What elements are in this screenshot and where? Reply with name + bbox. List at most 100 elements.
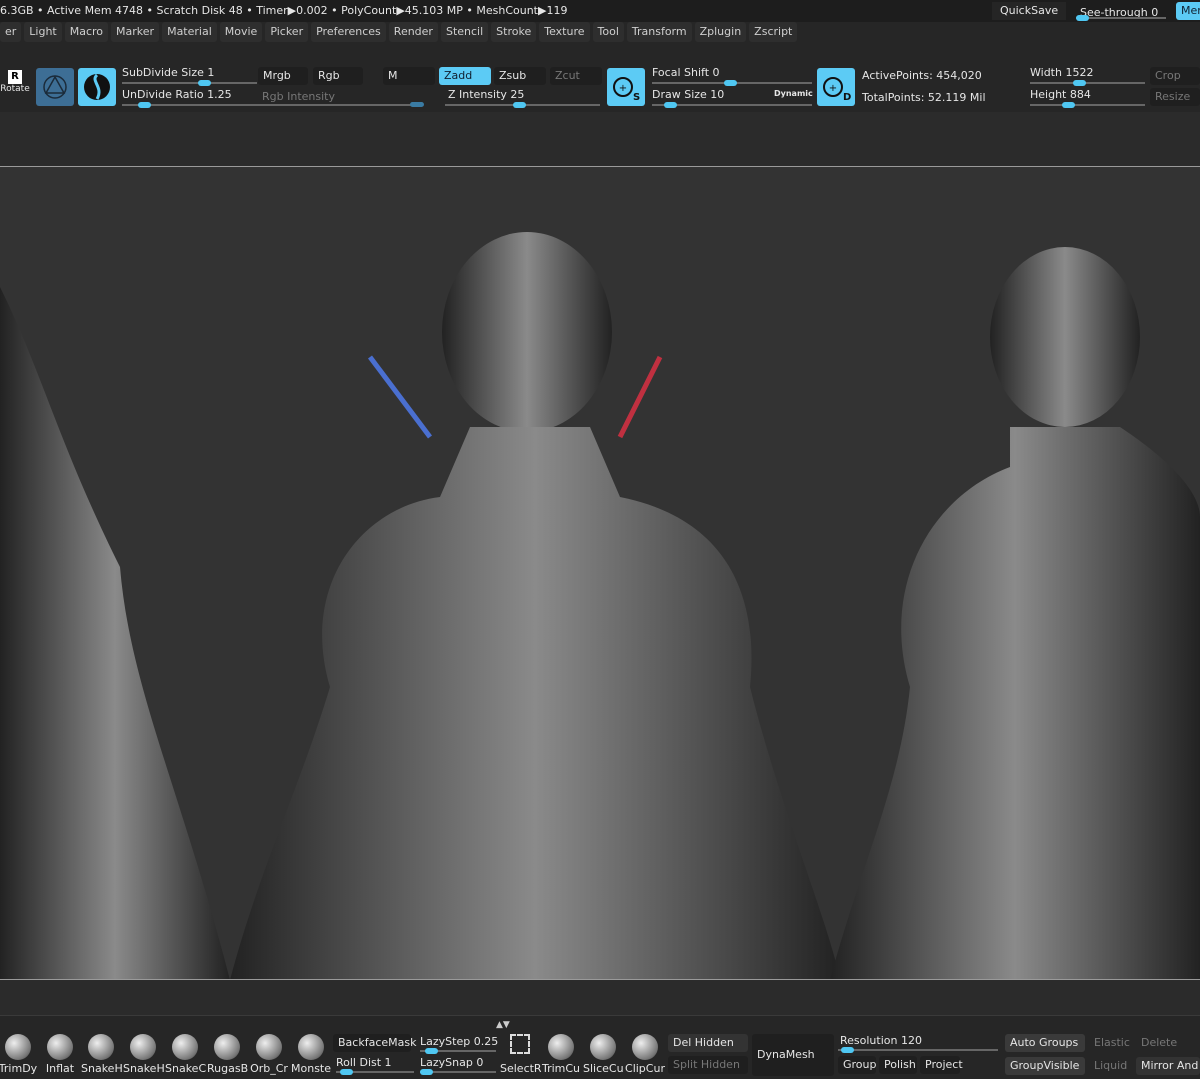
menu-texture[interactable]: Texture xyxy=(539,22,590,42)
menu-stencil[interactable]: Stencil xyxy=(440,22,489,42)
menu-marker[interactable]: Marker xyxy=(111,22,160,42)
tool-trim-curve[interactable]: TrimCu xyxy=(541,1034,581,1075)
menu-transform[interactable]: Transform xyxy=(626,22,692,42)
draw-brush-button[interactable]: + D xyxy=(817,68,855,106)
m-button[interactable]: M xyxy=(383,67,435,85)
dynamic-button[interactable]: Dynamic xyxy=(774,89,813,98)
resolution-slider[interactable]: Resolution 120 xyxy=(838,1034,998,1053)
backface-mask-button[interactable]: BackfaceMask xyxy=(333,1034,416,1052)
svg-text:S: S xyxy=(633,92,640,102)
status-bar: 6.3GB • Active Mem 4748 • Scratch Disk 4… xyxy=(0,0,1200,22)
zsub-button[interactable]: Zsub xyxy=(494,67,546,85)
figure-left xyxy=(0,287,230,979)
mirror-and-weld-button[interactable]: Mirror And xyxy=(1136,1057,1200,1075)
figure-center xyxy=(230,232,840,979)
menu-render[interactable]: Render xyxy=(388,22,438,42)
quicksave-button[interactable]: QuickSave xyxy=(992,2,1067,20)
lazy-snap-slider[interactable]: LazySnap 0 xyxy=(420,1056,496,1075)
menu-tool[interactable]: Tool xyxy=(592,22,624,42)
dynamesh-button[interactable]: DynaMesh xyxy=(752,1034,834,1076)
rotate-button[interactable]: R Rotate xyxy=(0,70,30,94)
brush-monste[interactable]: Monste xyxy=(291,1034,331,1075)
collapse-shelf-arrows-icon[interactable]: ▲▼ xyxy=(496,1020,510,1030)
height-slider[interactable]: Height 884 xyxy=(1030,88,1145,108)
brush-trimdy[interactable]: TrimDy xyxy=(0,1034,38,1075)
menu-item[interactable]: er xyxy=(0,22,22,42)
status-text: 6.3GB • Active Mem 4748 • Scratch Disk 4… xyxy=(0,4,568,17)
canvas-header xyxy=(0,112,1200,167)
roll-dist-label: Roll Dist 1 xyxy=(336,1056,392,1069)
del-hidden-button[interactable]: Del Hidden xyxy=(668,1034,748,1052)
menu-macro[interactable]: Macro xyxy=(64,22,109,42)
liquid-button[interactable]: Liquid xyxy=(1089,1057,1133,1075)
edit-mode-button[interactable] xyxy=(36,68,74,106)
menu-zplugin[interactable]: Zplugin xyxy=(694,22,747,42)
menu-material[interactable]: Material xyxy=(162,22,217,42)
rgb-button[interactable]: Rgb xyxy=(313,67,363,85)
polish-toggle[interactable]: Polish xyxy=(879,1056,917,1074)
crop-button[interactable]: Crop xyxy=(1150,67,1200,85)
tool-slice-curve[interactable]: SliceCu xyxy=(583,1034,624,1075)
canvas-viewport[interactable] xyxy=(0,167,1200,980)
zadd-button[interactable]: Zadd xyxy=(439,67,491,85)
brush-snakeh-1[interactable]: SnakeH xyxy=(81,1034,123,1075)
rotate-icon: R xyxy=(8,70,22,84)
roll-dist-slider[interactable]: Roll Dist 1 xyxy=(336,1056,414,1075)
svg-text:+: + xyxy=(829,83,837,94)
z-intensity-label: Z Intensity 25 xyxy=(448,88,525,101)
menu-light[interactable]: Light xyxy=(24,22,62,42)
svg-text:D: D xyxy=(843,92,851,102)
menu-stroke[interactable]: Stroke xyxy=(491,22,537,42)
resize-button[interactable]: Resize xyxy=(1150,88,1200,106)
lazy-snap-label: LazySnap 0 xyxy=(420,1056,484,1069)
project-toggle[interactable]: Project xyxy=(920,1056,963,1074)
brush-inflat[interactable]: Inflat xyxy=(40,1034,80,1075)
brush-snakec[interactable]: SnakeC xyxy=(165,1034,206,1075)
see-through-slider[interactable]: See-through 0 xyxy=(1072,0,1168,22)
menu-bar: er Light Macro Marker Material Movie Pic… xyxy=(0,22,1200,44)
lazy-step-slider[interactable]: LazyStep 0.25 xyxy=(420,1035,499,1054)
active-points: ActivePoints: 454,020 xyxy=(862,69,982,82)
brush-orb-cr[interactable]: Orb_Cr xyxy=(249,1034,289,1075)
tool-select-rect[interactable]: SelectR xyxy=(500,1034,542,1075)
width-slider[interactable]: Width 1522 xyxy=(1030,66,1145,86)
tool-clip-curve[interactable]: ClipCur xyxy=(625,1034,665,1075)
lazy-step-label: LazyStep 0.25 xyxy=(420,1035,499,1048)
menu-zscript[interactable]: Zscript xyxy=(749,22,798,42)
split-hidden-button[interactable]: Split Hidden xyxy=(668,1056,748,1074)
focal-shift-brush-button[interactable]: + S xyxy=(607,68,645,106)
rgb-intensity-slider[interactable]: Rgb Intensity xyxy=(262,90,335,103)
rotate-label: Rotate xyxy=(0,84,30,94)
top-shelf: R Rotate SubDivide Size 1 UnDivide Ratio… xyxy=(0,44,1200,112)
subdivide-size-label: SubDivide Size 1 xyxy=(122,66,215,79)
focal-shift-label: Focal Shift 0 xyxy=(652,66,720,79)
elastic-button[interactable]: Elastic xyxy=(1089,1034,1133,1052)
height-label: Height 884 xyxy=(1030,88,1091,101)
auto-groups-button[interactable]: Auto Groups xyxy=(1005,1034,1085,1052)
brush-rugasb[interactable]: RugasB xyxy=(207,1034,248,1075)
menu-picker[interactable]: Picker xyxy=(265,22,309,42)
width-label: Width 1522 xyxy=(1030,66,1094,79)
select-rect-icon xyxy=(510,1034,530,1054)
delete-button[interactable]: Delete xyxy=(1136,1034,1200,1052)
bottom-shelf: ▲▼ TrimDy Inflat SnakeH SnakeH SnakeC Ru… xyxy=(0,1015,1200,1079)
menu-preferences[interactable]: Preferences xyxy=(311,22,386,42)
figure-right xyxy=(830,247,1200,979)
triangle-circle-icon xyxy=(43,75,67,99)
mrgb-button[interactable]: Mrgb xyxy=(258,67,308,85)
rgb-intensity-knob[interactable] xyxy=(410,102,424,107)
z-intensity-slider[interactable]: Z Intensity 25 xyxy=(445,88,600,108)
group-visible-button[interactable]: GroupVisible xyxy=(1005,1057,1085,1075)
subdivide-size-slider[interactable]: SubDivide Size 1 xyxy=(122,66,257,86)
menu-movie[interactable]: Movie xyxy=(219,22,263,42)
sculpt-icon xyxy=(84,73,110,100)
menus-button[interactable]: Men xyxy=(1176,2,1200,20)
zcut-button[interactable]: Zcut xyxy=(550,67,602,85)
brush-d-icon: +D xyxy=(823,77,851,102)
brush-snakeh-2[interactable]: SnakeH xyxy=(123,1034,165,1075)
resolution-label: Resolution 120 xyxy=(840,1034,922,1047)
groups-toggle[interactable]: Groups xyxy=(838,1056,876,1074)
draw-mode-button[interactable] xyxy=(78,68,116,106)
sculpt-model-render xyxy=(0,232,1200,979)
focal-shift-slider[interactable]: Focal Shift 0 xyxy=(652,66,812,86)
